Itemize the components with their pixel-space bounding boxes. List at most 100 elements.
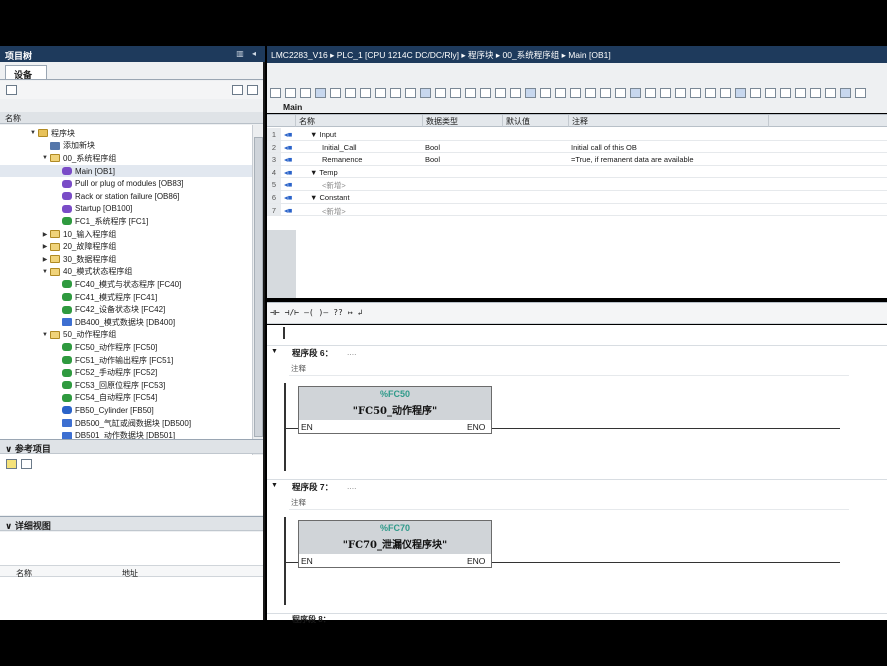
detail-view-header[interactable]: ∨ 详细视图 xyxy=(0,516,263,531)
editor-tool-icon[interactable] xyxy=(555,88,566,98)
tree-item[interactable]: FC53_回原位程序 [FC53] xyxy=(0,379,252,392)
tree-item[interactable]: ▶ 30_数据程序组 xyxy=(0,253,252,266)
editor-tool-icon[interactable] xyxy=(795,88,806,98)
editor-tool-icon[interactable] xyxy=(705,88,716,98)
interface-name[interactable]: ▼ Temp xyxy=(310,168,338,177)
editor-tool-icon[interactable] xyxy=(420,88,431,98)
editor-tool-icon[interactable] xyxy=(585,88,596,98)
editor-tool-icon[interactable] xyxy=(315,88,326,98)
collapse-icon[interactable]: ∨ xyxy=(5,521,15,531)
editor-tool-icon[interactable] xyxy=(750,88,761,98)
collapse-arrow-icon[interactable]: ▼ xyxy=(271,348,278,355)
tree-item[interactable]: Startup [OB100] xyxy=(0,203,252,216)
tree-scroll-thumb[interactable] xyxy=(254,137,263,437)
ladder-tool-button[interactable]: ↲ xyxy=(358,308,363,317)
ladder-tool-button[interactable]: ?? xyxy=(333,308,343,317)
collapse-arrow-icon[interactable]: ▼ xyxy=(40,332,50,338)
editor-tool-icon[interactable] xyxy=(735,88,746,98)
editor-tool-icon[interactable] xyxy=(540,88,551,98)
collapse-arrow-icon[interactable]: ▼ xyxy=(271,482,278,489)
ladder-tool-button[interactable]: ↦ xyxy=(348,308,353,317)
interface-row[interactable]: 2 ◂■ Initial_Call Bool Initial call of this … xyxy=(267,140,887,154)
tree-item[interactable]: FC54_自动程序 [FC54] xyxy=(0,392,252,405)
function-block-call[interactable]: %FC50 "FC50_动作程序" xyxy=(298,386,492,434)
tree-item[interactable]: ▼ 40_模式状态程序组 xyxy=(0,266,252,279)
expand-arrow-icon[interactable]: ▶ xyxy=(40,256,50,263)
editor-tool-icon[interactable] xyxy=(465,88,476,98)
interface-name[interactable]: <新增> xyxy=(322,180,346,191)
tree-item[interactable]: ▼ 50_动作程序组 xyxy=(0,329,252,342)
ladder-tool-button[interactable]: –( )– xyxy=(304,308,328,317)
editor-tool-icon[interactable] xyxy=(765,88,776,98)
interface-name[interactable]: Initial_Call xyxy=(322,143,357,152)
network-comment[interactable]: 注释 xyxy=(291,497,306,508)
interface-row[interactable]: 4 ◂■ ▼ Temp xyxy=(267,165,887,179)
interface-name[interactable]: ▼ Input xyxy=(310,130,336,139)
tree-item[interactable]: FC42_设备状态块 [FC42] xyxy=(0,303,252,316)
refresh-icon[interactable] xyxy=(247,85,258,95)
editor-tool-icon[interactable] xyxy=(270,88,281,98)
expand-arrow-icon[interactable]: ▶ xyxy=(40,243,50,250)
editor-tool-icon[interactable] xyxy=(345,88,356,98)
tree-item[interactable]: DB400_模式数据块 [DB400] xyxy=(0,316,252,329)
tree-item[interactable]: Pull or plug of modules [OB83] xyxy=(0,177,252,190)
tree-item[interactable]: FC41_模式程序 [FC41] xyxy=(0,291,252,304)
editor-tool-icon[interactable] xyxy=(360,88,371,98)
function-block-call[interactable]: %FC70 "FC70_泄漏仪程序块" xyxy=(298,520,492,568)
tree-item[interactable]: FC50_动作程序 [FC50] xyxy=(0,341,252,354)
interface-type[interactable]: Bool xyxy=(425,143,440,152)
editor-tool-icon[interactable] xyxy=(390,88,401,98)
editor-tool-icon[interactable] xyxy=(405,88,416,98)
ladder-tool-button[interactable]: ⊣/⊢ xyxy=(285,308,299,317)
ladder-tool-button[interactable]: ⊣⊢ xyxy=(270,308,280,317)
tree-item[interactable]: FC52_手动程序 [FC52] xyxy=(0,366,252,379)
editor-tool-icon[interactable] xyxy=(300,88,311,98)
tree-item[interactable]: FC40_模式与状态程序 [FC40] xyxy=(0,278,252,291)
tree-item[interactable]: ▼ 程序块 xyxy=(0,127,252,140)
overview-icon[interactable] xyxy=(6,85,17,95)
editor-tool-icon[interactable] xyxy=(435,88,446,98)
collapse-arrow-icon[interactable]: ▼ xyxy=(28,130,38,136)
interface-row[interactable]: 5 ◂■ <新增> xyxy=(267,178,887,191)
editor-tool-icon[interactable] xyxy=(495,88,506,98)
editor-tool-icon[interactable] xyxy=(285,88,296,98)
editor-tool-icon[interactable] xyxy=(825,88,836,98)
network-title[interactable]: 程序段 7： xyxy=(292,481,333,493)
interface-comment[interactable]: =True, if remanent data are available xyxy=(571,155,694,164)
editor-tool-icon[interactable] xyxy=(525,88,536,98)
tree-item[interactable]: ▶ 10_输入程序组 xyxy=(0,228,252,241)
interface-comment[interactable]: Initial call of this OB xyxy=(571,143,637,152)
editor-tool-icon[interactable] xyxy=(600,88,611,98)
grid-view-icon[interactable] xyxy=(232,85,243,95)
tree-scrollbar[interactable] xyxy=(252,125,263,485)
collapse-icon[interactable]: ∨ xyxy=(5,444,15,454)
close-project-icon[interactable] xyxy=(21,459,33,469)
editor-tool-icon[interactable] xyxy=(690,88,701,98)
network-comment[interactable]: 注释 xyxy=(291,363,306,374)
editor-tool-icon[interactable] xyxy=(675,88,686,98)
tree-item[interactable]: Rack or station failure [OB86] xyxy=(0,190,252,203)
editor-tool-icon[interactable] xyxy=(630,88,641,98)
editor-tool-icon[interactable] xyxy=(450,88,461,98)
network-title[interactable]: 程序段 6： xyxy=(292,347,333,359)
tree-item[interactable]: DB500_气缸或阀数据块 [DB500] xyxy=(0,417,252,430)
editor-tool-icon[interactable] xyxy=(840,88,851,98)
interface-row[interactable]: 6 ◂■ ▼ Constant xyxy=(267,191,887,204)
tree-item[interactable]: ▼ 00_系统程序组 xyxy=(0,152,252,165)
interface-name[interactable]: Remanence xyxy=(322,155,362,164)
interface-row[interactable]: 7 ◂■ <新增> xyxy=(267,203,887,217)
tree-item[interactable]: 添加新块 xyxy=(0,140,252,153)
editor-tool-icon[interactable] xyxy=(780,88,791,98)
editor-tool-icon[interactable] xyxy=(720,88,731,98)
editor-tool-icon[interactable] xyxy=(375,88,386,98)
editor-tool-icon[interactable] xyxy=(810,88,821,98)
interface-type[interactable]: Bool xyxy=(425,155,440,164)
tree-item[interactable]: FB50_Cylinder [FB50] xyxy=(0,404,252,417)
tree-item[interactable]: ▶ 20_故障程序组 xyxy=(0,240,252,253)
reference-projects-header[interactable]: ∨ 参考项目 xyxy=(0,439,263,454)
editor-tool-icon[interactable] xyxy=(570,88,581,98)
collapse-arrow-icon[interactable]: ▼ xyxy=(40,155,50,161)
editor-tool-icon[interactable] xyxy=(615,88,626,98)
interface-name[interactable]: ▼ Constant xyxy=(310,193,350,202)
interface-row[interactable]: 3 ◂■ Remanence Bool =True, if remanent data … xyxy=(267,153,887,166)
